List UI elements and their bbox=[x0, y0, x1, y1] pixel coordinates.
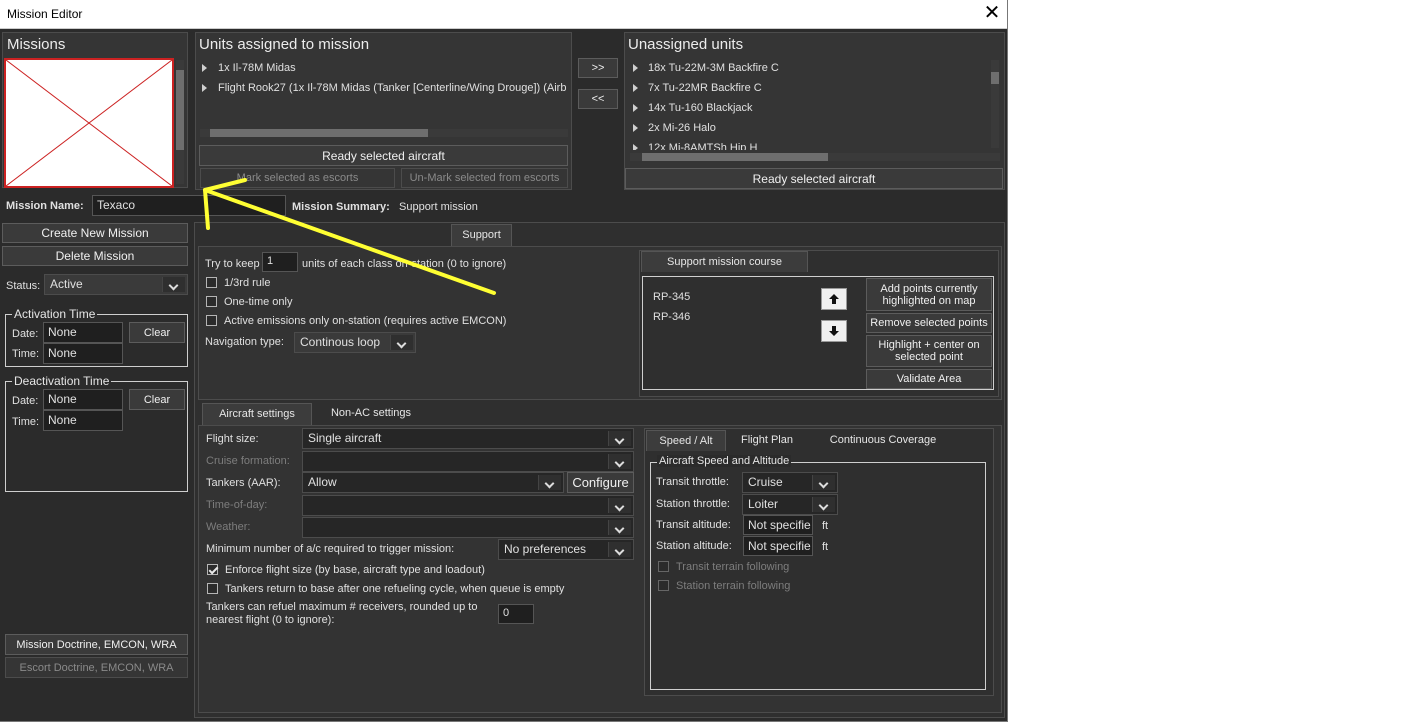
annotation-arrow bbox=[203, 178, 496, 295]
mission-editor-window: Mission Editor ✕ Missions Mission Name: … bbox=[0, 0, 1008, 722]
